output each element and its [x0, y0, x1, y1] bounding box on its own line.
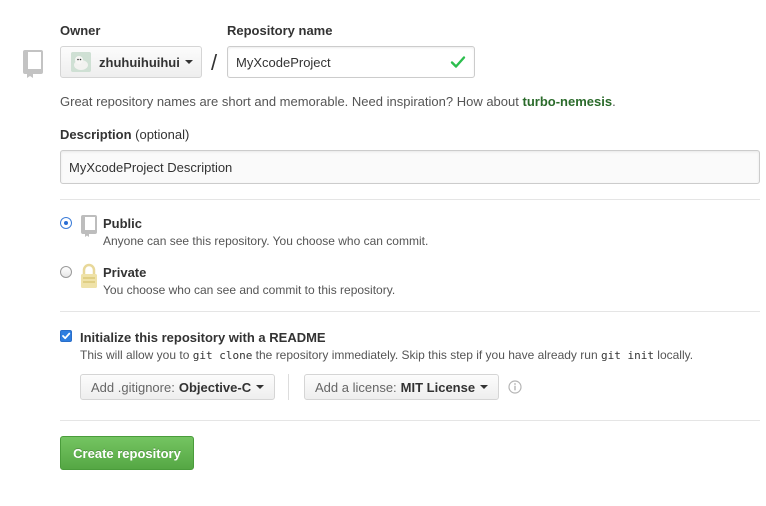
- avatar: [71, 52, 91, 72]
- create-repository-button[interactable]: Create repository: [60, 436, 194, 470]
- divider: [60, 199, 760, 200]
- init-desc-part: locally.: [657, 348, 694, 362]
- repo-name-label: Repository name: [227, 23, 333, 38]
- public-radio[interactable]: [60, 217, 72, 229]
- chevron-down-icon: [256, 385, 265, 389]
- dropdown-separator: [288, 374, 289, 400]
- chevron-down-icon: [480, 385, 489, 389]
- gitignore-dropdown[interactable]: Add .gitignore: Objective-C: [80, 374, 276, 400]
- hint-end: .: [612, 94, 616, 109]
- license-value: MIT License: [400, 379, 476, 395]
- chevron-down-icon: [184, 60, 193, 64]
- init-desc-part: the repository immediately. Skip this st…: [255, 348, 598, 362]
- owner-username: zhuhuihuihui: [99, 54, 180, 70]
- init-desc-part: This will allow you to: [80, 348, 190, 362]
- description-label: Description (optional): [60, 127, 189, 142]
- description-label-text: Description: [60, 127, 132, 142]
- private-title: Private: [103, 265, 147, 280]
- git-init-code: git init: [600, 349, 654, 362]
- repo-name-input[interactable]: MyXcodeProject: [227, 46, 475, 78]
- gitignore-prefix: Add .gitignore:: [91, 379, 175, 395]
- license-dropdown[interactable]: Add a license: MIT License: [304, 374, 500, 400]
- git-clone-code: git clone: [192, 349, 253, 362]
- repo-name-hint: Great repository names are short and mem…: [60, 94, 616, 109]
- description-input[interactable]: MyXcodeProject Description: [60, 150, 760, 184]
- license-prefix: Add a license:: [315, 379, 397, 395]
- lock-icon: [81, 263, 97, 288]
- init-readme-description: This will allow you to git clone the rep…: [80, 348, 693, 362]
- check-icon: [450, 56, 466, 68]
- description-optional: (optional): [135, 127, 190, 142]
- public-title: Public: [103, 216, 143, 231]
- avatar-icon: [71, 52, 91, 72]
- info-icon[interactable]: [508, 380, 522, 394]
- repo-name-value: MyXcodeProject: [236, 54, 331, 70]
- checkmark-icon: [62, 332, 71, 340]
- owner-label: Owner: [60, 23, 101, 38]
- public-description: Anyone can see this repository. You choo…: [103, 234, 429, 248]
- repo-icon: [81, 215, 97, 237]
- private-radio[interactable]: [60, 266, 72, 278]
- name-suggestion-link[interactable]: turbo-nemesis: [522, 94, 612, 109]
- repo-icon: [23, 50, 43, 78]
- divider: [60, 420, 760, 421]
- divider: [60, 311, 760, 312]
- gitignore-value: Objective-C: [178, 379, 252, 395]
- init-readme-checkbox[interactable]: [60, 330, 72, 342]
- description-value: MyXcodeProject Description: [69, 159, 233, 175]
- owner-repo-separator: /: [211, 50, 218, 75]
- owner-dropdown[interactable]: zhuhuihuihui: [60, 46, 202, 78]
- private-description: You choose who can see and commit to thi…: [103, 283, 396, 297]
- hint-text: Great repository names are short and mem…: [60, 94, 519, 109]
- init-readme-title: Initialize this repository with a README: [80, 330, 326, 345]
